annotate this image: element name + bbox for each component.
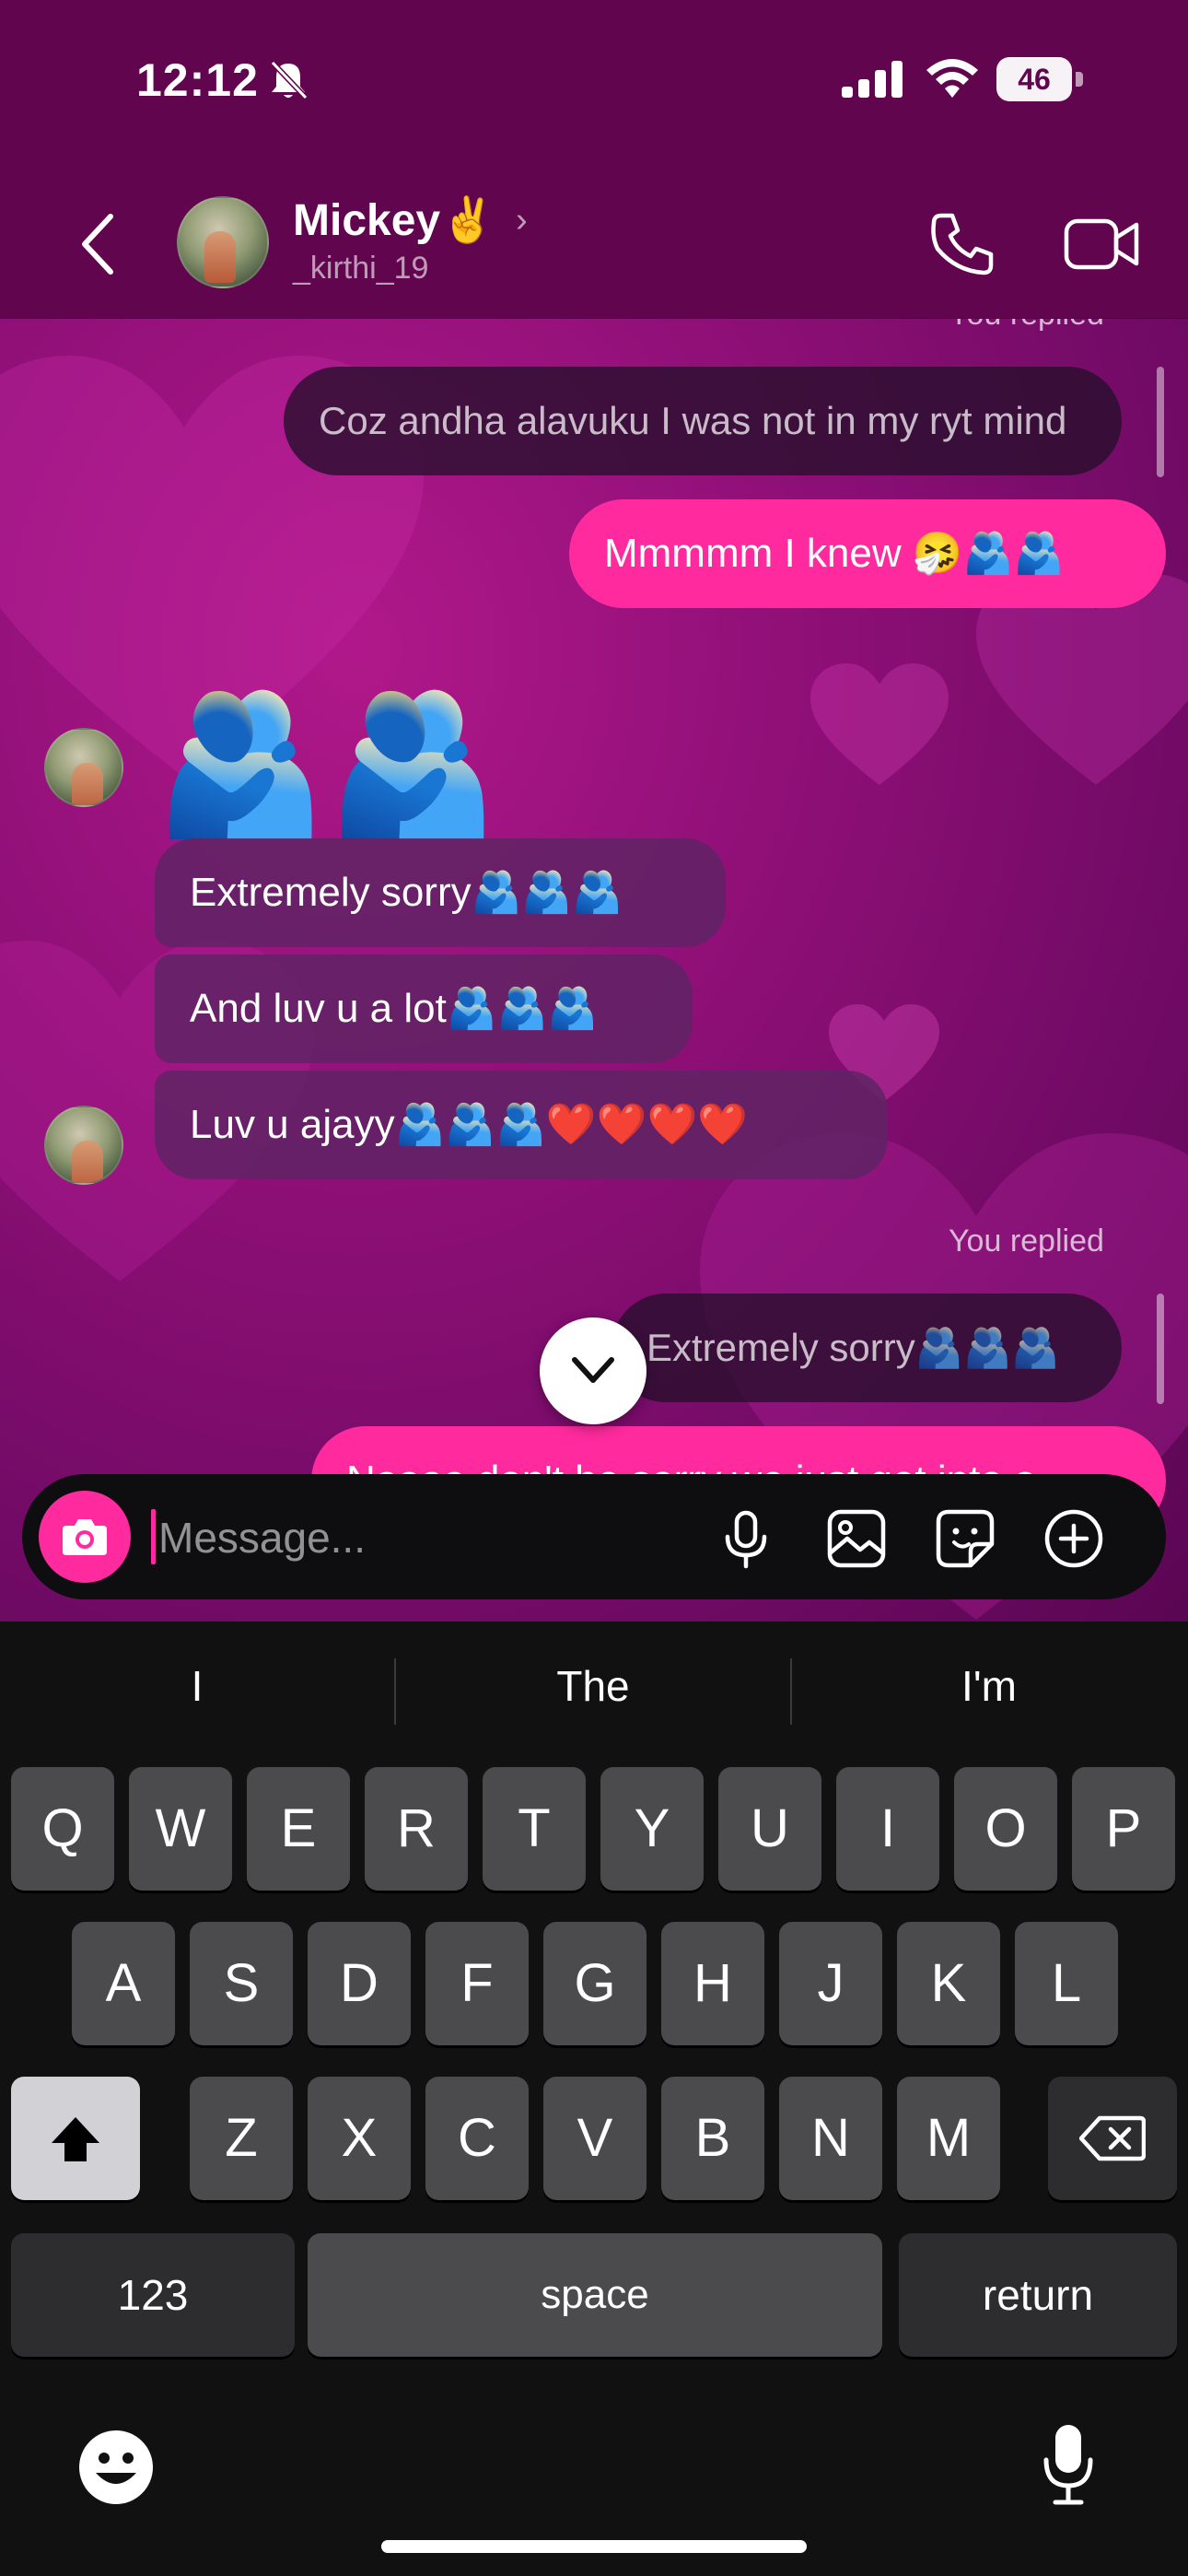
status-time: 12:12 [136, 54, 259, 106]
key[interactable]: R [365, 1767, 468, 1891]
chevron-right-icon[interactable]: › [516, 201, 528, 240]
reply-quote-bubble[interactable]: Coz andha alavuku I was not in my ryt mi… [284, 367, 1122, 475]
contact-avatar[interactable] [44, 728, 123, 807]
received-emoji-message[interactable]: 🫂🫂 [155, 689, 499, 837]
reply-quote-bubble[interactable]: Extremely sorry🫂🫂🫂 [611, 1294, 1122, 1402]
key[interactable]: J [779, 1922, 882, 2045]
contact-username[interactable]: _kirthi_19 [293, 251, 428, 287]
reply-indicator-bar [1157, 367, 1164, 477]
video-camera-icon[interactable] [1063, 210, 1140, 278]
contact-name[interactable]: Mickey✌️ [293, 193, 495, 246]
key[interactable]: C [425, 2077, 529, 2200]
key[interactable]: B [661, 2077, 764, 2200]
key[interactable]: D [308, 1922, 411, 2045]
return-key[interactable]: return [899, 2233, 1177, 2357]
received-message[interactable]: And luv u a lot🫂🫂🫂 [155, 954, 693, 1063]
key[interactable]: I [836, 1767, 939, 1891]
key[interactable]: M [897, 2077, 1000, 2200]
shift-arrow-icon [52, 2117, 99, 2161]
chat-header: 12:12 46 Mickey✌️ › _kirthi_19 [0, 0, 1188, 319]
phone-icon[interactable] [928, 210, 996, 278]
key[interactable]: H [661, 1922, 764, 2045]
shift-key[interactable] [11, 2077, 140, 2200]
key[interactable]: A [72, 1922, 175, 2045]
key[interactable]: K [897, 1922, 1000, 2045]
gallery-icon[interactable] [825, 1507, 888, 1570]
dictation-microphone-icon[interactable] [1041, 2423, 1096, 2506]
message-input[interactable] [157, 1500, 713, 1575]
battery-indicator: 46 [996, 57, 1085, 101]
chevron-down-icon [572, 1357, 614, 1383]
suggestion-item[interactable]: I [0, 1649, 394, 1723]
key[interactable]: T [483, 1767, 586, 1891]
key[interactable]: Q [11, 1767, 114, 1891]
contact-avatar[interactable] [44, 1106, 123, 1185]
key[interactable]: S [190, 1922, 293, 2045]
key[interactable]: N [779, 2077, 882, 2200]
key[interactable]: F [425, 1922, 529, 2045]
space-key[interactable]: space [308, 2233, 882, 2357]
received-message[interactable]: Luv u ajayy🫂🫂🫂❤️❤️❤️❤️ [155, 1071, 888, 1179]
home-indicator[interactable] [381, 2540, 807, 2553]
battery-percent: 46 [1018, 63, 1051, 96]
signal-icon [842, 61, 903, 98]
camera-button[interactable] [39, 1491, 131, 1583]
add-icon[interactable] [1042, 1507, 1105, 1570]
back-arrow-icon[interactable] [74, 207, 125, 281]
suggestion-item[interactable]: I'm [792, 1649, 1186, 1723]
key[interactable]: W [129, 1767, 232, 1891]
wifi-icon [926, 59, 978, 98]
text-caret [151, 1509, 156, 1564]
scroll-to-bottom-button[interactable] [540, 1317, 646, 1424]
key[interactable]: V [543, 2077, 646, 2200]
delete-key[interactable] [1048, 2077, 1177, 2200]
bell-off-icon [270, 60, 309, 100]
key[interactable]: L [1015, 1922, 1118, 2045]
key[interactable]: U [718, 1767, 821, 1891]
key[interactable]: X [308, 2077, 411, 2200]
suggestion-item[interactable]: The [396, 1649, 790, 1723]
received-message[interactable]: Extremely sorry🫂🫂🫂 [155, 838, 726, 947]
key[interactable]: Z [190, 2077, 293, 2200]
backspace-icon [1079, 2115, 1146, 2161]
key[interactable]: E [247, 1767, 350, 1891]
sent-message[interactable]: Mmmmm I knew 🤧🫂🫂 [569, 499, 1166, 608]
emoji-icon[interactable] [77, 2429, 155, 2506]
sticker-icon[interactable] [934, 1507, 996, 1570]
camera-icon [63, 1519, 107, 1555]
key[interactable]: G [543, 1922, 646, 2045]
contact-avatar[interactable] [177, 196, 269, 288]
heart-decoration [810, 663, 949, 788]
key[interactable]: Y [600, 1767, 704, 1891]
reply-indicator-bar [1157, 1294, 1164, 1404]
replied-label: You replied [949, 1224, 1104, 1259]
numbers-key[interactable]: 123 [11, 2233, 295, 2357]
microphone-icon[interactable] [715, 1507, 777, 1570]
key[interactable]: P [1072, 1767, 1175, 1891]
message-composer [22, 1474, 1166, 1599]
key[interactable]: O [954, 1767, 1057, 1891]
